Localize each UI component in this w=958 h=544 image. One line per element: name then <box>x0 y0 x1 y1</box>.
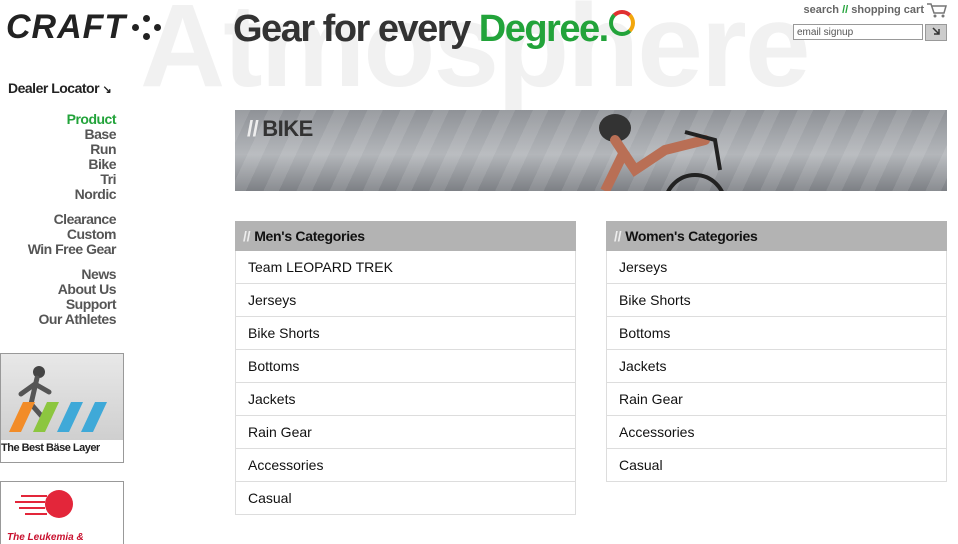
womens-category-accessories[interactable]: Accessories <box>606 416 947 449</box>
arrow-down-right-icon: ↘ <box>102 84 112 96</box>
tagline: Gear for every Degree. <box>233 8 635 51</box>
womens-categories-header: //Women's Categories <box>606 221 947 251</box>
womens-header-title: Women's Categories <box>625 228 758 244</box>
logo-text: CRAFT <box>6 8 127 46</box>
nav-item-our-athletes[interactable]: Our Athletes <box>28 312 117 327</box>
mens-header-slash: // <box>243 228 251 244</box>
bike-banner: //BIKE <box>235 110 947 191</box>
nav-item-base[interactable]: Base <box>28 127 117 142</box>
mens-category-team-leopard-trek[interactable]: Team LEOPARD TREK <box>235 251 576 284</box>
shopping-cart-icon[interactable] <box>926 2 948 23</box>
banner-title: //BIKE <box>247 116 313 142</box>
womens-category-bottoms[interactable]: Bottoms <box>606 317 947 350</box>
nav-item-run[interactable]: Run <box>28 142 116 157</box>
tagline-main: Gear for every <box>233 8 479 50</box>
dealer-locator-link[interactable]: Dealer Locator ↘ <box>8 80 112 96</box>
nav-item-bike[interactable]: Bike <box>28 157 116 172</box>
mens-category-casual[interactable]: Casual <box>235 482 576 515</box>
womens-categories-panel: //Women's Categories Jerseys Bike Shorts… <box>606 221 947 482</box>
tagline-accent: Degree. <box>478 8 609 50</box>
promo-base-layer[interactable]: The Best Bäse Layer <box>0 353 124 463</box>
nav-item-nordic[interactable]: Nordic <box>28 187 117 202</box>
dealer-locator-label: Dealer Locator <box>8 80 100 96</box>
nav-item-custom[interactable]: Custom <box>28 227 117 242</box>
banner-slash: // <box>247 116 259 141</box>
mens-categories-panel: //Men's Categories Team LEOPARD TREK Jer… <box>235 221 576 515</box>
womens-category-jerseys[interactable]: Jerseys <box>606 251 947 284</box>
banner-title-text: BIKE <box>262 116 313 141</box>
mens-category-jerseys[interactable]: Jerseys <box>235 284 576 317</box>
email-submit-button[interactable] <box>925 24 947 41</box>
sidebar-nav: Product Base Run Bike Tri Nordic Clearan… <box>28 112 117 337</box>
promo-base-layer-caption: The Best Bäse Layer <box>1 442 100 454</box>
top-links-separator: // <box>842 4 849 16</box>
email-signup-input[interactable]: email signup <box>793 24 923 40</box>
mens-category-bottoms[interactable]: Bottoms <box>235 350 576 383</box>
nav-item-about-us[interactable]: About Us <box>28 282 117 297</box>
nav-item-tri[interactable]: Tri <box>28 172 116 187</box>
search-link[interactable]: search <box>804 4 839 16</box>
womens-header-slash: // <box>614 228 622 244</box>
nav-item-product[interactable]: Product <box>28 112 117 127</box>
nav-item-win-free-gear[interactable]: Win Free Gear <box>28 242 117 257</box>
promo-leukemia-caption: The Leukemia & <box>7 532 84 543</box>
degree-arc-icon <box>608 10 635 36</box>
mens-header-title: Men's Categories <box>254 228 365 244</box>
womens-category-casual[interactable]: Casual <box>606 449 947 482</box>
logo-dots-icon <box>132 14 162 40</box>
leukemia-logo-icon <box>15 490 73 518</box>
stripes-graphic <box>9 402 119 437</box>
promo-leukemia[interactable]: The Leukemia & <box>0 481 124 544</box>
nav-group-company: News About Us Support Our Athletes <box>28 267 117 327</box>
top-links: search // shopping cart <box>804 4 924 16</box>
mens-category-bike-shorts[interactable]: Bike Shorts <box>235 317 576 350</box>
nav-item-news[interactable]: News <box>28 267 116 282</box>
nav-group-products: Product Base Run Bike Tri Nordic <box>28 112 117 202</box>
shopping-cart-link[interactable]: shopping cart <box>851 4 924 16</box>
womens-category-jackets[interactable]: Jackets <box>606 350 947 383</box>
mens-category-rain-gear[interactable]: Rain Gear <box>235 416 576 449</box>
womens-category-rain-gear[interactable]: Rain Gear <box>606 383 947 416</box>
craft-logo[interactable]: CRAFT <box>6 10 162 44</box>
nav-group-deals: Clearance Custom Win Free Gear <box>28 212 117 257</box>
arrow-icon <box>932 27 940 35</box>
cyclist-image <box>599 114 724 191</box>
womens-category-bike-shorts[interactable]: Bike Shorts <box>606 284 947 317</box>
mens-categories-header: //Men's Categories <box>235 221 576 251</box>
nav-item-clearance[interactable]: Clearance <box>28 212 117 227</box>
mens-category-jackets[interactable]: Jackets <box>235 383 576 416</box>
mens-category-accessories[interactable]: Accessories <box>235 449 576 482</box>
nav-item-support[interactable]: Support <box>28 297 117 312</box>
